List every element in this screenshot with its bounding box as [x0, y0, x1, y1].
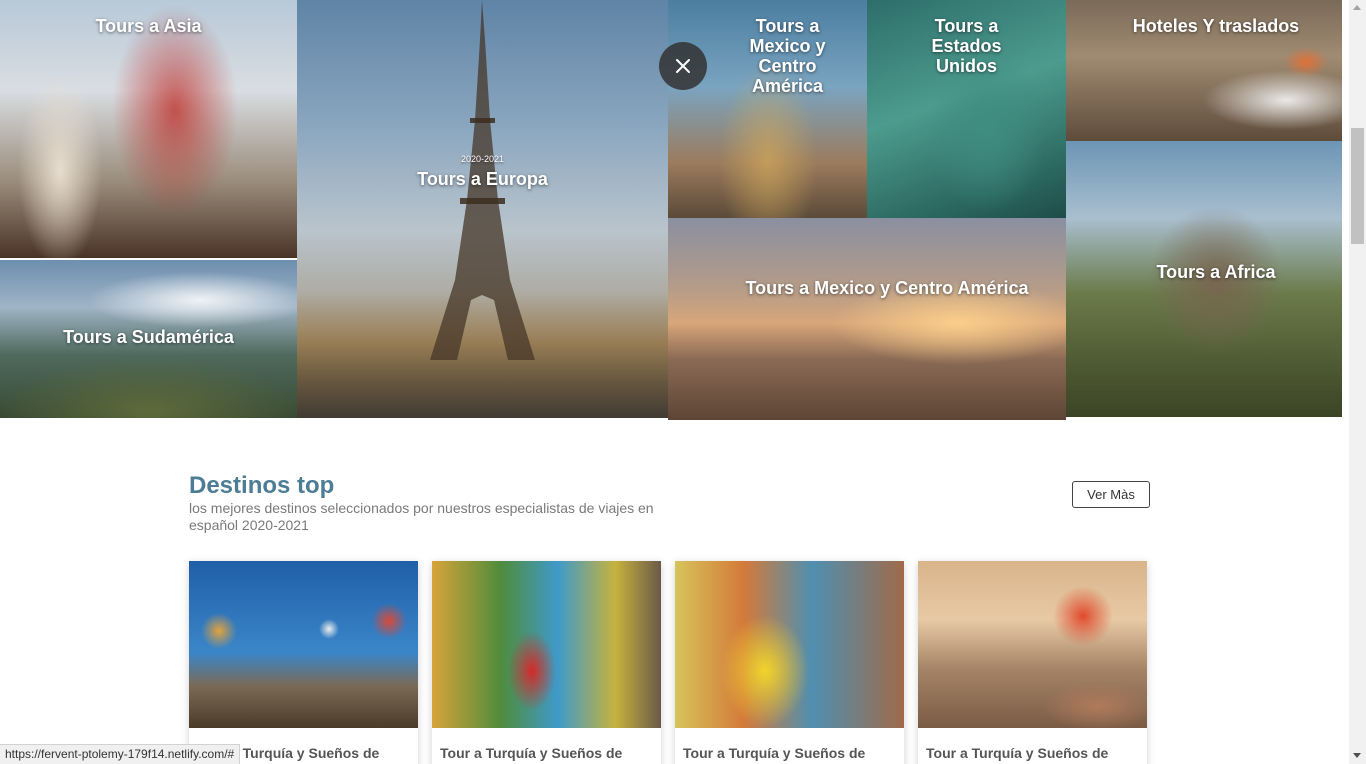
- destination-card-image: [918, 561, 1147, 728]
- tile-label: Tours a Estados Unidos: [931, 16, 1002, 76]
- tile-tours-mexico[interactable]: Tours a Mexico y Centro América: [668, 0, 867, 218]
- destination-card[interactable]: Tour a Turquía y Sueños de: [675, 561, 904, 764]
- tile-image: [0, 0, 297, 258]
- tile-label: Tours a Asia: [95, 16, 202, 36]
- destination-card[interactable]: Tour a Turquía y Sueños de: [918, 561, 1147, 764]
- close-button[interactable]: [659, 42, 707, 90]
- destination-card-title: Tour a Turquía y Sueños de: [683, 745, 866, 761]
- tile-tours-estados-unidos[interactable]: Tours a Estados Unidos: [867, 0, 1066, 218]
- tile-label: Tours a Mexico y Centro América: [749, 16, 826, 96]
- scroll-down-arrow-icon[interactable]: [1353, 753, 1361, 758]
- scrollbar-thumb[interactable]: [1351, 128, 1364, 244]
- tile-tours-mexico-beach[interactable]: Tours a Mexico y Centro América: [668, 218, 1066, 420]
- destination-card-title: Tour a Turquía y Sueños de: [440, 745, 623, 761]
- tile-tours-europa[interactable]: 2020-2021 Tours a Europa: [297, 0, 668, 418]
- ver-mas-button[interactable]: Ver Màs: [1072, 481, 1150, 508]
- destination-card[interactable]: Tour a Turquía y Sueños de: [189, 561, 418, 764]
- destination-card-title: Tour a Turquía y Sueños de: [926, 745, 1109, 761]
- tile-eyebrow: 2020-2021: [460, 154, 505, 164]
- tile-tours-asia[interactable]: Tours a Asia: [0, 0, 297, 258]
- browser-status-bar: https://fervent-ptolemy-179f14.netlify.c…: [0, 744, 241, 764]
- close-icon: [676, 59, 690, 73]
- scroll-up-arrow-icon[interactable]: [1353, 5, 1361, 10]
- destination-card-image: [675, 561, 904, 728]
- page: Tours a Asia Tours a Sudamérica 2020-202…: [0, 0, 1366, 764]
- tile-image: [668, 218, 1066, 420]
- vertical-scrollbar[interactable]: [1349, 0, 1366, 764]
- destination-card[interactable]: Tour a Turquía y Sueños de: [432, 561, 661, 764]
- tile-hoteles-traslados[interactable]: Hoteles Y traslados: [1066, 0, 1342, 141]
- tile-label: Tours a Sudamérica: [63, 327, 234, 347]
- section-title: Destinos top: [189, 472, 335, 499]
- tile-label: Tours a Africa: [1156, 262, 1276, 282]
- tile-tours-africa[interactable]: Tours a Africa: [1066, 141, 1342, 417]
- destination-card-image: [189, 561, 418, 728]
- tile-tours-sudamerica[interactable]: Tours a Sudamérica: [0, 260, 297, 418]
- tile-label: Tours a Europa: [417, 169, 548, 189]
- tile-label: Hoteles Y traslados: [1132, 16, 1300, 36]
- destination-card-image: [432, 561, 661, 728]
- tile-label: Tours a Mexico y Centro América: [745, 278, 1029, 298]
- section-subtitle: los mejores destinos seleccionados por n…: [189, 500, 654, 533]
